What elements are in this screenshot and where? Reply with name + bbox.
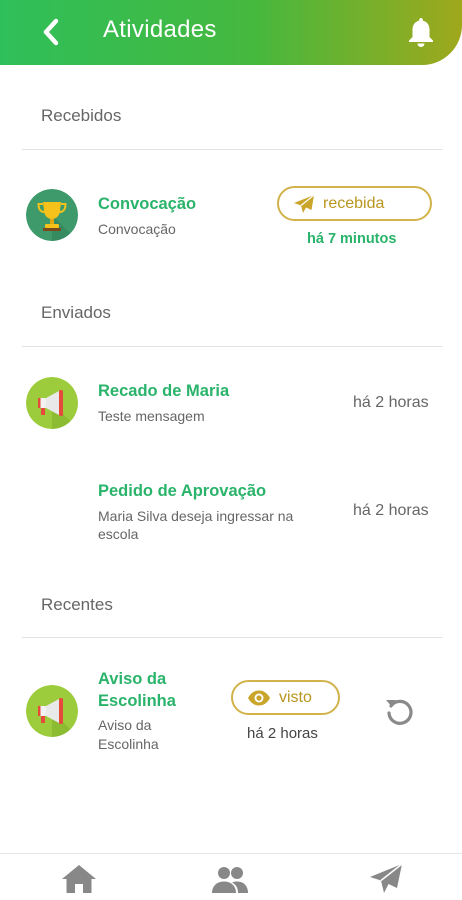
- chevron-left-icon: [43, 18, 59, 46]
- avatar: [26, 377, 78, 429]
- section-received-label: Recebidos: [41, 106, 122, 125]
- status-label: visto: [279, 688, 312, 706]
- trophy-icon: [26, 189, 78, 241]
- item-subtitle-line2: Escolinha: [98, 736, 159, 752]
- status-badge-received[interactable]: recebida: [277, 186, 432, 221]
- paper-plane-icon: [294, 194, 315, 213]
- item-title: Pedido de Aprovação: [98, 482, 267, 500]
- item-time: há 7 minutos: [307, 231, 397, 247]
- refresh-button[interactable]: [382, 694, 418, 730]
- refresh-icon: [386, 699, 413, 725]
- megaphone-icon: [26, 377, 78, 429]
- status-label: recebida: [323, 194, 385, 212]
- home-icon: [62, 865, 96, 893]
- item-title: Convocação: [98, 195, 197, 213]
- eye-icon: [248, 690, 270, 705]
- item-time: há 2 horas: [353, 394, 429, 411]
- divider: [22, 346, 443, 347]
- people-icon: [212, 867, 248, 893]
- nav-home[interactable]: [59, 862, 99, 896]
- item-time: há 2 horas: [353, 502, 429, 519]
- page-title: Atividades: [103, 16, 217, 43]
- item-time: há 2 horas: [247, 725, 318, 742]
- item-subtitle: Convocação: [98, 221, 176, 237]
- item-title: Recado de Maria: [98, 382, 230, 400]
- item-subtitle-line1: Aviso da: [98, 717, 152, 733]
- bottom-navigation: [0, 853, 462, 900]
- megaphone-icon: [26, 685, 78, 737]
- app-header: Atividades: [0, 0, 462, 65]
- section-sent-label: Enviados: [41, 303, 111, 322]
- item-subtitle-line1: Maria Silva deseja ingressar na: [98, 508, 294, 524]
- nav-people[interactable]: [210, 862, 250, 896]
- paper-plane-icon: [370, 863, 403, 893]
- item-subtitle: Teste mensagem: [98, 408, 205, 424]
- divider: [22, 637, 443, 638]
- nav-send[interactable]: [366, 862, 406, 896]
- avatar: [26, 189, 78, 241]
- section-recent-label: Recentes: [41, 595, 113, 614]
- divider: [22, 149, 443, 150]
- item-title-line1: Aviso da: [98, 670, 167, 688]
- item-subtitle-line2: escola: [98, 526, 139, 542]
- avatar: [26, 685, 78, 737]
- back-button[interactable]: [36, 14, 68, 50]
- notifications-button[interactable]: [404, 14, 438, 50]
- bell-icon: [409, 18, 433, 47]
- item-title-line2: Escolinha: [98, 692, 176, 710]
- status-badge-seen[interactable]: visto: [231, 680, 340, 715]
